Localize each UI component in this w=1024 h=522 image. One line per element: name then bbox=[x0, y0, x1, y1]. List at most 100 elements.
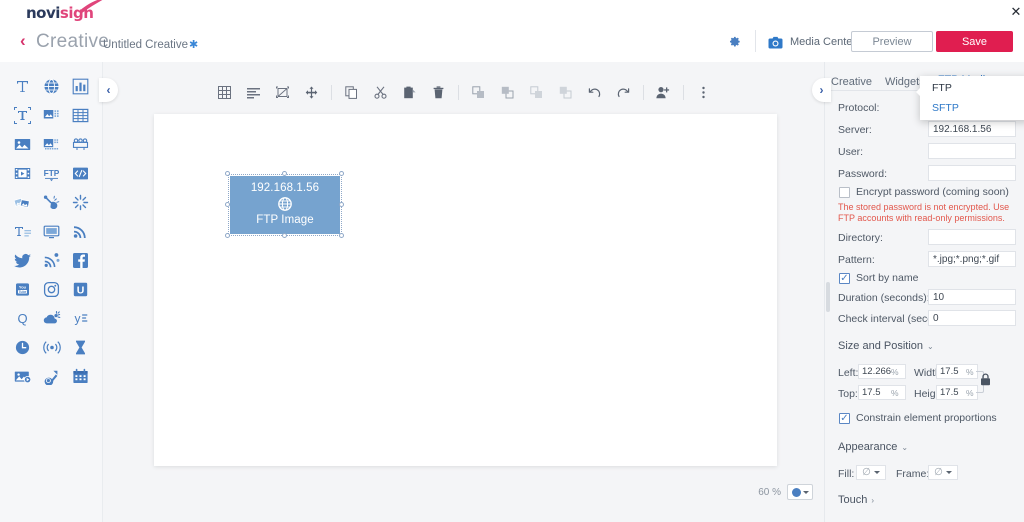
size-position-section-header[interactable]: Size and Position ⌄ bbox=[838, 340, 934, 352]
encrypt-password-row[interactable]: Encrypt password (coming soon) bbox=[839, 186, 1009, 198]
server-input[interactable]: 192.168.1.56 bbox=[928, 121, 1016, 137]
scroll-text-icon bbox=[14, 107, 31, 124]
share-user-button[interactable] bbox=[653, 82, 674, 103]
check-interval-input[interactable]: 0 bbox=[928, 310, 1016, 326]
widget-facebook-widget[interactable] bbox=[66, 246, 95, 275]
widget-quora-widget[interactable]: Q bbox=[8, 304, 37, 333]
document-title[interactable]: Untitled Creative✱ bbox=[103, 38, 198, 51]
ftp-image-element[interactable]: 192.168.1.56 FTP Image bbox=[230, 176, 340, 234]
resize-handle-w[interactable] bbox=[225, 202, 230, 207]
widget-qr-widget[interactable] bbox=[37, 362, 66, 391]
lock-icon[interactable] bbox=[980, 373, 991, 386]
delete-button[interactable] bbox=[428, 82, 449, 103]
close-icon[interactable]: ✕ bbox=[1010, 6, 1022, 19]
dropdown-option-sftp[interactable]: SFTP bbox=[920, 98, 1024, 118]
resize-handle-n[interactable] bbox=[282, 171, 287, 176]
widget-image-slideshow-widget[interactable] bbox=[37, 101, 66, 130]
encrypt-password-checkbox[interactable] bbox=[839, 186, 850, 198]
bring-forward-button[interactable] bbox=[468, 82, 489, 103]
widget-html-widget[interactable] bbox=[66, 159, 95, 188]
chevron-down-icon bbox=[802, 490, 809, 494]
widget-touch-widget[interactable] bbox=[37, 188, 66, 217]
appearance-section-header[interactable]: Appearance ⌄ bbox=[838, 441, 908, 453]
cut-button[interactable] bbox=[370, 82, 391, 103]
size-position-title: Size and Position bbox=[838, 340, 923, 352]
trash-icon bbox=[433, 85, 443, 98]
server-label: Server: bbox=[838, 124, 872, 136]
resize-handle-ne[interactable] bbox=[339, 171, 344, 176]
resize-handle-s[interactable] bbox=[282, 233, 287, 238]
undo-button[interactable] bbox=[584, 82, 605, 103]
send-backward-button[interactable] bbox=[497, 82, 518, 103]
password-input[interactable] bbox=[928, 165, 1016, 181]
redo-button[interactable] bbox=[613, 82, 634, 103]
widget-effects-widget[interactable] bbox=[66, 188, 95, 217]
widget-instagram-widget[interactable] bbox=[37, 275, 66, 304]
sort-by-name-row[interactable]: ✓ Sort by name bbox=[839, 272, 918, 284]
widget-video-widget[interactable] bbox=[8, 159, 37, 188]
widget-chart-widget[interactable] bbox=[66, 72, 95, 101]
move-button[interactable] bbox=[301, 82, 322, 103]
widget-table-widget[interactable] bbox=[66, 101, 95, 130]
pattern-input[interactable]: *.jpg;*.png;*.gif bbox=[928, 251, 1016, 267]
widget-image-widget[interactable] bbox=[8, 130, 37, 159]
resize-handle-se[interactable] bbox=[339, 233, 344, 238]
widget-social-feed-widget[interactable] bbox=[37, 246, 66, 275]
bring-front-button[interactable] bbox=[526, 82, 547, 103]
widget-countdown-widget[interactable] bbox=[66, 333, 95, 362]
grid-toggle-button[interactable] bbox=[214, 82, 235, 103]
widget-scrolling-text-widget[interactable] bbox=[8, 101, 37, 130]
resize-handle-nw[interactable] bbox=[225, 171, 230, 176]
widget-playlist-widget[interactable] bbox=[66, 130, 95, 159]
directory-input[interactable] bbox=[928, 229, 1016, 245]
constrain-proportions-checkbox[interactable]: ✓ bbox=[839, 412, 850, 424]
preview-button[interactable]: Preview bbox=[851, 31, 933, 52]
back-button[interactable]: ‹ bbox=[20, 32, 34, 50]
fit-button[interactable] bbox=[272, 82, 293, 103]
resize-handle-e[interactable] bbox=[339, 202, 344, 207]
widget-twitter-widget[interactable] bbox=[8, 246, 37, 275]
widget-gallery-widget[interactable] bbox=[8, 188, 37, 217]
save-button[interactable]: Save bbox=[936, 31, 1013, 52]
image-transition-icon bbox=[43, 110, 59, 119]
copy-button[interactable] bbox=[341, 82, 362, 103]
text-icon bbox=[17, 81, 28, 92]
touch-section-header[interactable]: Touch › bbox=[838, 494, 874, 506]
widget-yammer-widget[interactable]: y bbox=[66, 304, 95, 333]
align-button[interactable] bbox=[243, 82, 264, 103]
zoom-select[interactable] bbox=[787, 484, 813, 500]
dropdown-option-ftp[interactable]: FTP bbox=[920, 78, 1024, 98]
protocol-dropdown-menu[interactable]: FTP SFTP bbox=[916, 76, 1024, 120]
duration-input[interactable]: 10 bbox=[928, 289, 1016, 305]
widget-calendar-widget[interactable] bbox=[66, 362, 95, 391]
gear-icon[interactable] bbox=[726, 33, 742, 49]
user-input[interactable] bbox=[928, 143, 1016, 159]
widget-ftp-widget[interactable]: FTP bbox=[37, 159, 66, 188]
sort-by-name-checkbox[interactable]: ✓ bbox=[839, 272, 850, 284]
widget-animated-image-widget[interactable] bbox=[37, 130, 66, 159]
more-button[interactable] bbox=[693, 82, 714, 103]
fill-color-select[interactable]: ∅ bbox=[856, 465, 886, 480]
constrain-proportions-row[interactable]: ✓ Constrain element proportions bbox=[839, 412, 997, 424]
widget-live-stream-widget[interactable] bbox=[37, 333, 66, 362]
panel-scrollbar[interactable] bbox=[826, 282, 830, 312]
widget-youtube-widget[interactable]: You Tube bbox=[8, 275, 37, 304]
creative-stage[interactable]: 192.168.1.56 FTP Image bbox=[154, 114, 777, 466]
resize-handle-sw[interactable] bbox=[225, 233, 230, 238]
collapse-right-panel-button[interactable]: › bbox=[812, 78, 831, 102]
media-center-button[interactable]: Media Center bbox=[768, 33, 856, 51]
widget-rss-widget[interactable] bbox=[66, 217, 95, 246]
widget-media-widget[interactable] bbox=[8, 362, 37, 391]
widget-web-widget[interactable] bbox=[37, 72, 66, 101]
widget-weather-widget[interactable] bbox=[37, 304, 66, 333]
widget-screen-widget[interactable] bbox=[37, 217, 66, 246]
widget-clock-widget[interactable] bbox=[8, 333, 37, 362]
widget-text-widget[interactable] bbox=[8, 72, 37, 101]
paste-button[interactable] bbox=[399, 82, 420, 103]
tab-creative[interactable]: Creative bbox=[831, 76, 872, 90]
frame-color-select[interactable]: ∅ bbox=[928, 465, 958, 480]
novisign-logo[interactable]: novisign bbox=[26, 0, 106, 30]
send-back-button[interactable] bbox=[555, 82, 576, 103]
widget-ticker-widget[interactable] bbox=[8, 217, 37, 246]
widget-upsocial-widget[interactable]: U bbox=[66, 275, 95, 304]
